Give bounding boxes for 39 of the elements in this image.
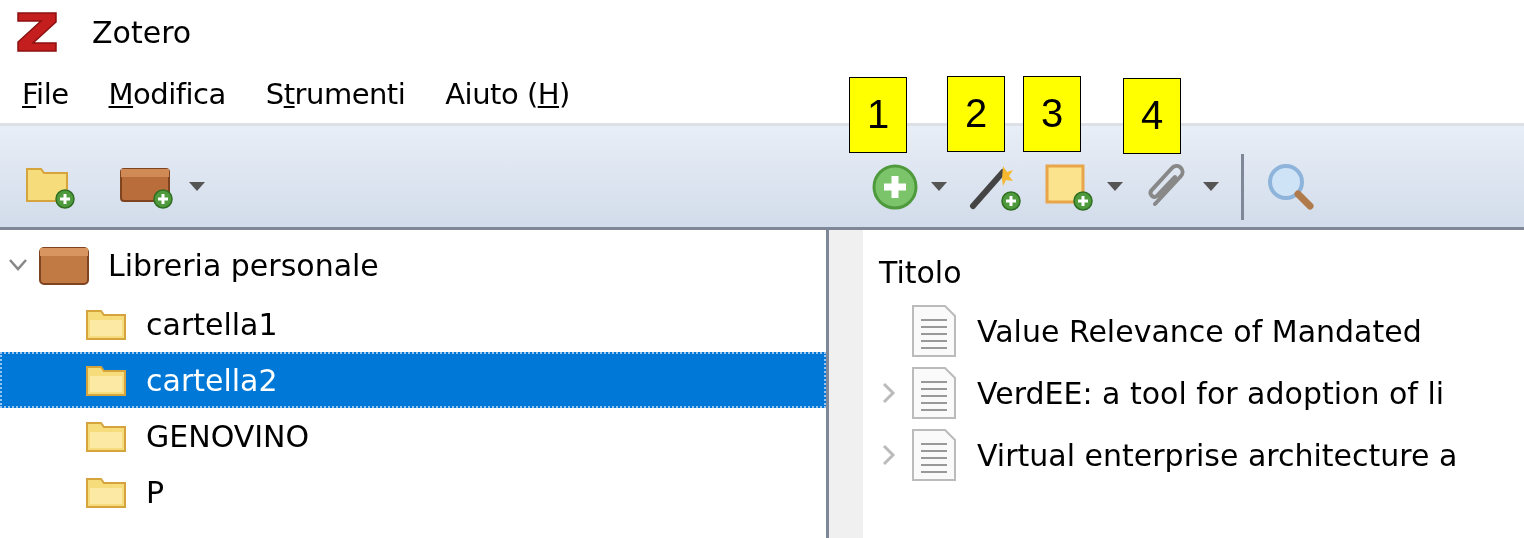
chevron-icon (8, 258, 28, 272)
caret-icon (189, 182, 205, 191)
caret-icon (1203, 182, 1219, 191)
item-row[interactable]: Value Relevance of Mandated (879, 300, 1524, 362)
menu-item[interactable]: Modifica (98, 76, 236, 111)
caret-icon (931, 182, 947, 191)
number-label: 1 (849, 76, 907, 153)
menu-item[interactable]: Aiuto (H) (435, 76, 580, 111)
number-label: 4 (1123, 77, 1181, 154)
number-label: 3 (1023, 75, 1081, 152)
tree-item[interactable]: cartella2 (0, 352, 826, 408)
search-button[interactable] (1266, 161, 1316, 212)
tree-item[interactable]: GENOVINO (0, 408, 826, 464)
folder-icon (86, 308, 126, 340)
pane-splitter[interactable] (826, 230, 863, 538)
tree-item[interactable]: cartella1 (0, 296, 826, 352)
item-row[interactable]: VerdEE: a tool for adoption of li (879, 362, 1524, 424)
menu-item[interactable]: File (12, 76, 79, 111)
number-label: 2 (947, 75, 1005, 152)
document-icon (911, 366, 957, 420)
folder-icon (86, 364, 126, 396)
app-logo-icon (16, 11, 58, 53)
document-icon (911, 304, 957, 358)
tree-item[interactable]: Libreria personale (0, 234, 826, 296)
document-icon (911, 428, 957, 482)
chevron-icon (882, 382, 896, 404)
chevron-icon (882, 444, 896, 466)
caret-icon (1107, 182, 1123, 191)
item-row[interactable]: Virtual enterprise architecture a (879, 424, 1524, 486)
search-icon (1266, 161, 1316, 212)
menu-item[interactable]: Strumenti (255, 76, 416, 111)
folder-icon (86, 420, 126, 452)
folder-icon (86, 476, 126, 508)
box-icon (38, 244, 90, 286)
tree-item[interactable]: P (0, 464, 826, 520)
plus-circle-icon (871, 162, 919, 211)
window-title: Zotero (92, 14, 192, 50)
new-item-button[interactable] (871, 162, 947, 211)
column-header[interactable]: Titolo (879, 244, 962, 300)
